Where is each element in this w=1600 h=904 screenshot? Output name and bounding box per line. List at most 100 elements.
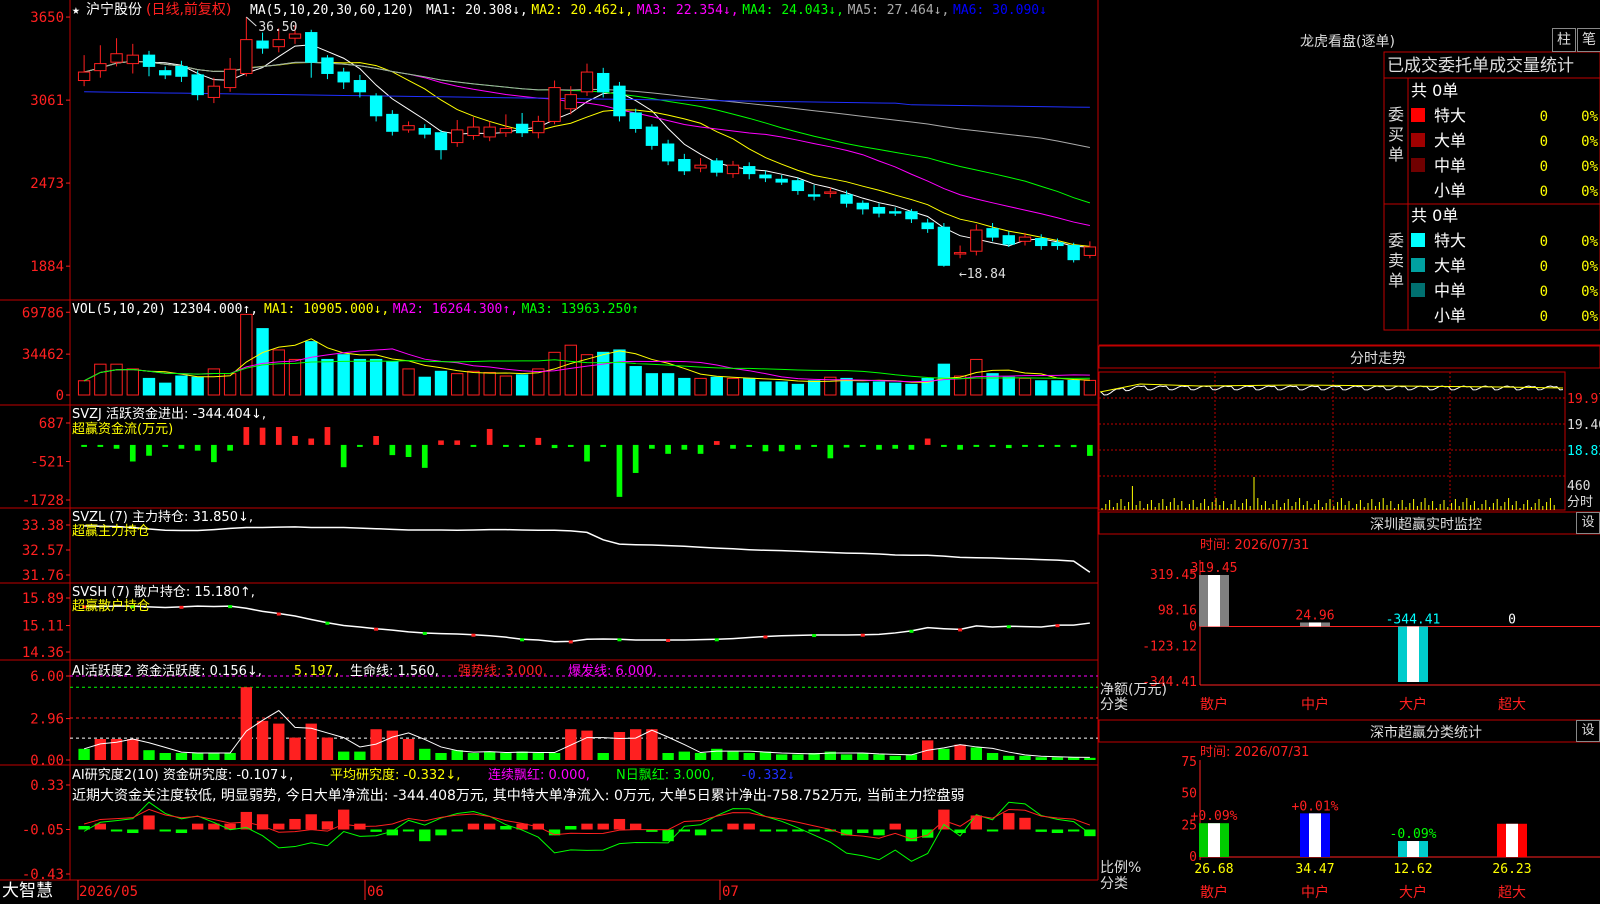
monitor-category: 超大	[1498, 697, 1526, 713]
buy-row-count: 0	[1540, 109, 1548, 125]
monitor-settings-button[interactable]: 设	[1576, 512, 1600, 534]
retail-dot	[714, 638, 719, 642]
volume-bar	[499, 375, 513, 396]
fund-flow-bar	[519, 444, 525, 447]
sell-row-pct: 0%	[1581, 259, 1598, 275]
activity-bar	[743, 753, 755, 760]
retail-dot	[228, 605, 233, 609]
svsh-y-tick: 15.11	[22, 619, 64, 635]
monitor-y-tick: 0	[1189, 619, 1197, 634]
monitor-bar-label: 24.96	[1295, 608, 1334, 623]
candle-body	[1051, 242, 1064, 247]
research-bar	[613, 818, 626, 830]
volume-bar	[272, 349, 285, 396]
activity-bar	[78, 748, 90, 760]
activity-bar	[775, 754, 788, 760]
fund-flow-bar	[762, 444, 769, 452]
retail-dot	[179, 605, 184, 609]
buy-row-count: 0	[1540, 159, 1548, 175]
volume-bar	[807, 380, 821, 396]
research-bar	[419, 829, 431, 842]
activity-bar	[840, 754, 853, 760]
candle-body	[337, 71, 350, 83]
buy-row-name: 小单	[1434, 181, 1466, 200]
candle-body	[807, 194, 821, 197]
fund-flow-bar	[162, 444, 169, 447]
order-stats-title: 已成交委托单成交量统计	[1387, 56, 1574, 76]
svzl-y-tick: 33.38	[22, 518, 64, 534]
candle-body	[126, 54, 139, 65]
stat-y-tick: 75	[1181, 755, 1197, 770]
svzl-label: SVZL (7) 主力持仓: 31.850↓,	[72, 510, 253, 525]
activity-bar	[986, 753, 999, 760]
activity-bar	[354, 751, 366, 760]
ai1-y-tick: 2.96	[30, 712, 64, 728]
sell-color-swatch	[1411, 258, 1425, 272]
retail-dot	[958, 628, 963, 632]
buy-side-label: 买	[1388, 125, 1404, 144]
volume-bar	[1083, 379, 1097, 396]
stat-value: 26.68	[1194, 862, 1233, 877]
fund-flow-bar	[535, 437, 542, 445]
sell-row-pct: 0%	[1581, 309, 1598, 325]
research-bar	[1003, 813, 1015, 830]
ai1-lifeline: 生命线: 1.560,	[350, 663, 439, 679]
volume-bar	[905, 383, 918, 396]
candle-body	[629, 112, 642, 129]
volume-bar	[483, 371, 496, 396]
volume-bar	[613, 349, 626, 396]
fund-flow-bar	[1005, 444, 1012, 449]
tick-mode-button[interactable]: 笔	[1577, 28, 1600, 52]
candle-body	[1002, 235, 1015, 245]
retail-dot	[666, 639, 671, 642]
activity-bar	[1003, 755, 1015, 760]
stat-time: 时间: 2026/07/31	[1200, 745, 1309, 760]
activity-bar	[256, 720, 269, 760]
volume-bar	[986, 373, 999, 396]
svzl-sub: 超赢主力持仓	[72, 523, 150, 539]
sell-color-swatch	[1411, 233, 1425, 247]
fund-flow-bar	[908, 444, 915, 450]
ma-value-4: MA4: 24.043↓,	[742, 3, 844, 18]
buy-row-pct: 0%	[1581, 159, 1598, 175]
vol-ma-value-2: MA2: 16264.300↑,	[393, 302, 518, 317]
buy-color-swatch	[1411, 158, 1425, 172]
activity-bar	[208, 753, 220, 760]
volume-bar	[1018, 377, 1032, 396]
volume-bar	[402, 368, 415, 396]
sell-color-swatch	[1411, 283, 1425, 297]
main-chart-canvas[interactable]: 3650 3061 2473 1884 36.50 ←18.84 ★ 沪宁股份 (日线,前复权)…	[0, 0, 1600, 901]
activity-bar	[467, 753, 480, 760]
monitor-title: 深圳超赢实时监控	[1370, 516, 1482, 533]
stat-xlabel: 分类	[1100, 876, 1128, 892]
stat-category: 超大	[1498, 885, 1526, 900]
retail-dot	[617, 638, 622, 642]
research-bar	[240, 811, 253, 830]
bar-mode-button[interactable]: 柱	[1552, 28, 1576, 52]
research-bar	[273, 823, 285, 830]
ai2-label: AI研究度2(10) 资金研究度: -0.107↓,	[72, 767, 293, 783]
research-bar	[159, 829, 171, 832]
candle-body	[110, 53, 123, 63]
stat-settings-button[interactable]: 设	[1576, 720, 1600, 742]
ai1-strongline: 强势线: 3.000,	[458, 663, 547, 679]
stat-header	[1098, 719, 1600, 743]
ma-label: MA(5,10,20,30,60,120)	[250, 3, 414, 18]
stat-bar-highlight	[1309, 813, 1321, 857]
volume-bar	[110, 363, 123, 396]
activity-bar	[500, 753, 512, 760]
volume-bar	[597, 351, 610, 396]
fund-flow-bar	[827, 444, 834, 459]
research-bar	[970, 815, 983, 830]
svzj-y-tick: -521	[30, 455, 64, 471]
candle-body	[418, 127, 431, 135]
fund-flow-bar	[470, 444, 477, 447]
activity-bar	[548, 753, 561, 760]
candle-body	[921, 222, 934, 230]
activity-bar	[597, 753, 609, 760]
retail-dot	[860, 633, 865, 637]
activity-bar	[435, 753, 447, 760]
candle-body	[451, 129, 464, 144]
stat-bar-highlight	[1407, 841, 1419, 857]
retail-dot	[471, 633, 476, 637]
